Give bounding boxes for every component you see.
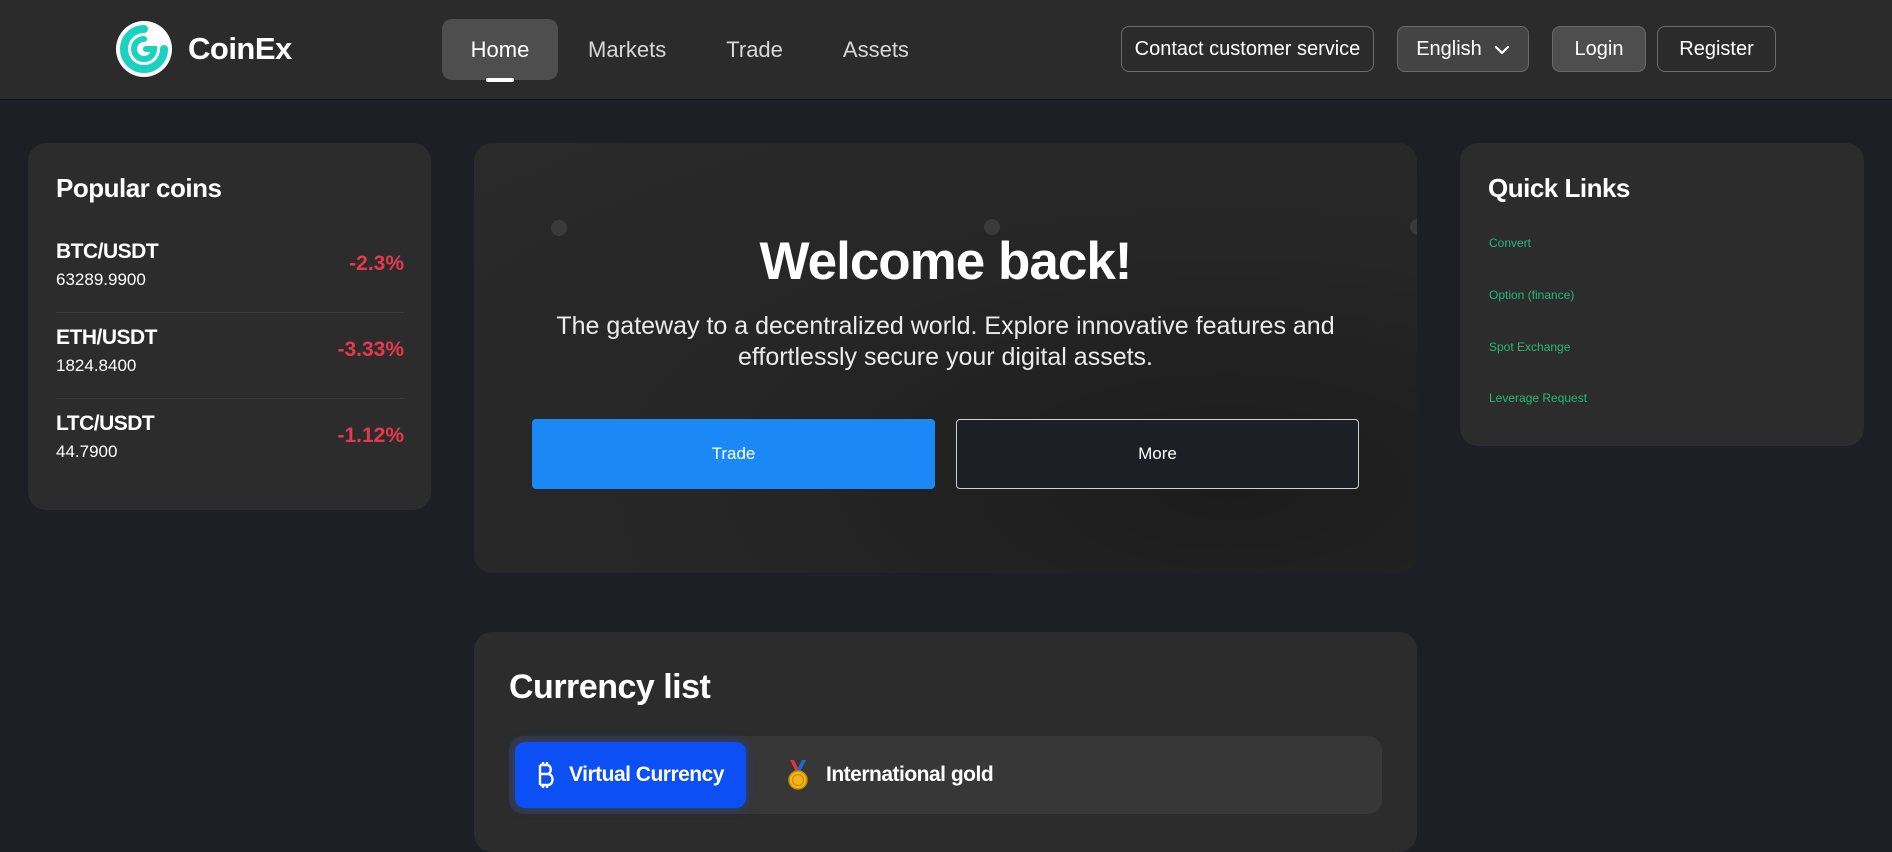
- language-select[interactable]: English: [1397, 26, 1529, 72]
- quick-links-card: Quick Links Convert Option (finance) Spo…: [1460, 143, 1864, 446]
- quick-link-convert[interactable]: Convert: [1489, 236, 1531, 250]
- tab-virtual-currency[interactable]: Virtual Currency: [515, 742, 746, 808]
- tab-label: Virtual Currency: [568, 763, 725, 786]
- currency-tabs: Virtual Currency International gold: [509, 736, 1382, 814]
- main-nav: Home Markets Trade Assets: [442, 19, 939, 80]
- coin-change: -3.33%: [337, 338, 404, 361]
- brand-name: CoinEx: [188, 31, 292, 66]
- tab-label: International gold: [826, 763, 994, 786]
- trade-button[interactable]: Trade: [532, 419, 935, 489]
- quick-link-leverage-request[interactable]: Leverage Request: [1489, 391, 1587, 405]
- popular-coins-title: Popular coins: [56, 173, 222, 203]
- nav-trade[interactable]: Trade: [696, 19, 813, 80]
- medal-icon: [784, 760, 812, 790]
- nav-assets[interactable]: Assets: [813, 19, 939, 80]
- coin-row-eth[interactable]: ETH/USDT 1824.8400 -3.33%: [56, 312, 404, 399]
- brand-logo[interactable]: CoinEx: [116, 21, 292, 77]
- currency-list-title: Currency list: [509, 668, 711, 706]
- language-label: English: [1416, 37, 1482, 60]
- contact-service-button[interactable]: Contact customer service: [1121, 26, 1374, 72]
- bitcoin-icon: [537, 761, 555, 789]
- coin-pair: LTC/USDT: [56, 412, 155, 435]
- quick-link-spot-exchange[interactable]: Spot Exchange: [1489, 340, 1570, 354]
- coin-row-ltc[interactable]: LTC/USDT 44.7900 -1.12%: [56, 398, 404, 484]
- coin-pair: ETH/USDT: [56, 326, 158, 349]
- coinex-logo-icon: [116, 21, 172, 77]
- currency-list-card: Currency list Virtual Currency Internati…: [474, 632, 1417, 852]
- coin-change: -1.12%: [337, 424, 404, 447]
- coin-price: 44.7900: [56, 442, 118, 461]
- coin-pair: BTC/USDT: [56, 240, 159, 263]
- coin-price: 63289.9900: [56, 270, 146, 289]
- nav-home[interactable]: Home: [442, 19, 558, 80]
- quick-links-title: Quick Links: [1488, 173, 1630, 203]
- register-button[interactable]: Register: [1657, 26, 1776, 72]
- coin-row-btc[interactable]: BTC/USDT 63289.9900 -2.3%: [56, 226, 404, 313]
- popular-coins-card: Popular coins BTC/USDT 63289.9900 -2.3% …: [28, 143, 431, 510]
- welcome-banner: Welcome back! The gateway to a decentral…: [474, 143, 1417, 573]
- tab-international-gold[interactable]: International gold: [784, 742, 1004, 808]
- top-header: CoinEx Home Markets Trade Assets Contact…: [0, 0, 1892, 99]
- quick-link-option[interactable]: Option (finance): [1489, 288, 1574, 302]
- login-button[interactable]: Login: [1552, 26, 1646, 72]
- coin-price: 1824.8400: [56, 356, 137, 375]
- nav-markets[interactable]: Markets: [558, 19, 696, 80]
- chevron-down-icon: [1494, 38, 1510, 61]
- welcome-title: Welcome back!: [759, 232, 1133, 291]
- more-button[interactable]: More: [956, 419, 1359, 489]
- welcome-subtitle: The gateway to a decentralized world. Ex…: [556, 312, 1335, 371]
- coin-change: -2.3%: [349, 252, 404, 275]
